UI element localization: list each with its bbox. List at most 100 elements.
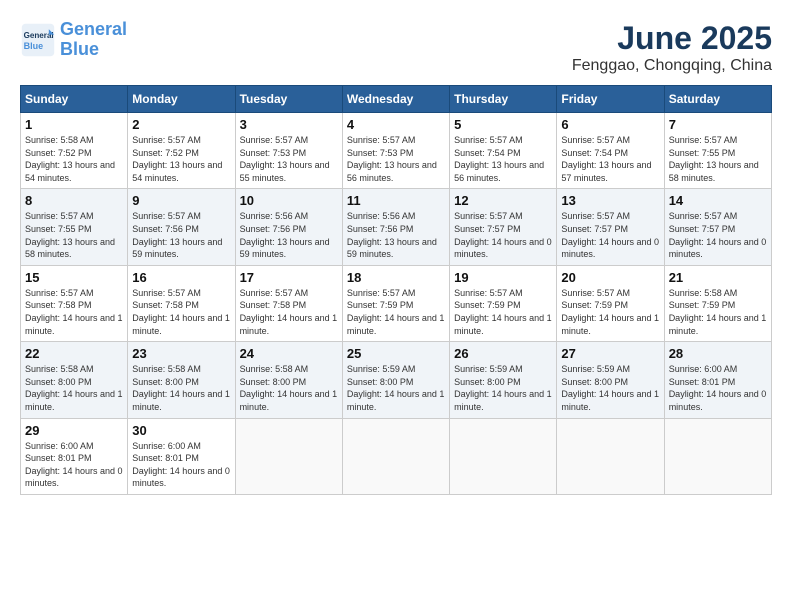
location-title: Fenggao, Chongqing, China — [572, 57, 772, 75]
day-info: Sunrise: 6:00 AM Sunset: 8:01 PM Dayligh… — [669, 363, 767, 413]
day-info: Sunrise: 6:00 AM Sunset: 8:01 PM Dayligh… — [132, 440, 230, 490]
day-number: 28 — [669, 346, 767, 361]
day-info: Sunrise: 5:56 AM Sunset: 7:56 PM Dayligh… — [240, 210, 338, 260]
calendar-week-row: 8 Sunrise: 5:57 AM Sunset: 7:55 PM Dayli… — [21, 189, 772, 265]
day-info: Sunrise: 5:57 AM Sunset: 7:58 PM Dayligh… — [132, 287, 230, 337]
logo-icon: General Blue — [20, 22, 56, 58]
day-number: 3 — [240, 117, 338, 132]
logo: General Blue General Blue — [20, 20, 127, 60]
calendar-day-cell: 20 Sunrise: 5:57 AM Sunset: 7:59 PM Dayl… — [557, 265, 664, 341]
month-title: June 2025 — [572, 20, 772, 57]
day-info: Sunrise: 5:59 AM Sunset: 8:00 PM Dayligh… — [454, 363, 552, 413]
calendar-day-cell: 3 Sunrise: 5:57 AM Sunset: 7:53 PM Dayli… — [235, 113, 342, 189]
day-number: 9 — [132, 193, 230, 208]
calendar-week-row: 22 Sunrise: 5:58 AM Sunset: 8:00 PM Dayl… — [21, 342, 772, 418]
day-info: Sunrise: 5:58 AM Sunset: 7:59 PM Dayligh… — [669, 287, 767, 337]
day-number: 2 — [132, 117, 230, 132]
day-info: Sunrise: 5:58 AM Sunset: 8:00 PM Dayligh… — [25, 363, 123, 413]
day-info: Sunrise: 5:56 AM Sunset: 7:56 PM Dayligh… — [347, 210, 445, 260]
day-number: 5 — [454, 117, 552, 132]
calendar-day-cell: 22 Sunrise: 5:58 AM Sunset: 8:00 PM Dayl… — [21, 342, 128, 418]
calendar-day-cell: 9 Sunrise: 5:57 AM Sunset: 7:56 PM Dayli… — [128, 189, 235, 265]
calendar-day-cell — [664, 418, 771, 494]
calendar-day-cell: 5 Sunrise: 5:57 AM Sunset: 7:54 PM Dayli… — [450, 113, 557, 189]
day-number: 16 — [132, 270, 230, 285]
day-of-week-header: Monday — [128, 86, 235, 113]
calendar-day-cell: 16 Sunrise: 5:57 AM Sunset: 7:58 PM Dayl… — [128, 265, 235, 341]
calendar-day-cell: 7 Sunrise: 5:57 AM Sunset: 7:55 PM Dayli… — [664, 113, 771, 189]
calendar-day-cell — [557, 418, 664, 494]
calendar-day-cell: 19 Sunrise: 5:57 AM Sunset: 7:59 PM Dayl… — [450, 265, 557, 341]
calendar-day-cell: 15 Sunrise: 5:57 AM Sunset: 7:58 PM Dayl… — [21, 265, 128, 341]
calendar-day-cell: 4 Sunrise: 5:57 AM Sunset: 7:53 PM Dayli… — [342, 113, 449, 189]
day-of-week-header: Tuesday — [235, 86, 342, 113]
day-number: 29 — [25, 423, 123, 438]
calendar-day-cell: 27 Sunrise: 5:59 AM Sunset: 8:00 PM Dayl… — [557, 342, 664, 418]
day-number: 7 — [669, 117, 767, 132]
day-info: Sunrise: 5:57 AM Sunset: 7:54 PM Dayligh… — [561, 134, 659, 184]
day-of-week-header: Wednesday — [342, 86, 449, 113]
day-number: 23 — [132, 346, 230, 361]
day-info: Sunrise: 5:57 AM Sunset: 7:53 PM Dayligh… — [240, 134, 338, 184]
logo-text: General Blue — [60, 20, 127, 60]
day-info: Sunrise: 5:57 AM Sunset: 7:56 PM Dayligh… — [132, 210, 230, 260]
day-info: Sunrise: 5:57 AM Sunset: 7:54 PM Dayligh… — [454, 134, 552, 184]
day-of-week-header: Thursday — [450, 86, 557, 113]
day-info: Sunrise: 5:57 AM Sunset: 7:57 PM Dayligh… — [561, 210, 659, 260]
calendar-day-cell: 2 Sunrise: 5:57 AM Sunset: 7:52 PM Dayli… — [128, 113, 235, 189]
calendar-day-cell — [235, 418, 342, 494]
day-info: Sunrise: 5:57 AM Sunset: 7:57 PM Dayligh… — [669, 210, 767, 260]
header: General Blue General Blue June 2025 Feng… — [20, 20, 772, 75]
calendar-day-cell: 12 Sunrise: 5:57 AM Sunset: 7:57 PM Dayl… — [450, 189, 557, 265]
calendar-day-cell: 29 Sunrise: 6:00 AM Sunset: 8:01 PM Dayl… — [21, 418, 128, 494]
day-number: 1 — [25, 117, 123, 132]
calendar-week-row: 15 Sunrise: 5:57 AM Sunset: 7:58 PM Dayl… — [21, 265, 772, 341]
day-of-week-header: Sunday — [21, 86, 128, 113]
day-info: Sunrise: 5:57 AM Sunset: 7:58 PM Dayligh… — [240, 287, 338, 337]
calendar-day-cell: 26 Sunrise: 5:59 AM Sunset: 8:00 PM Dayl… — [450, 342, 557, 418]
day-number: 11 — [347, 193, 445, 208]
day-info: Sunrise: 5:58 AM Sunset: 8:00 PM Dayligh… — [240, 363, 338, 413]
day-number: 13 — [561, 193, 659, 208]
calendar-day-cell: 23 Sunrise: 5:58 AM Sunset: 8:00 PM Dayl… — [128, 342, 235, 418]
day-info: Sunrise: 5:59 AM Sunset: 8:00 PM Dayligh… — [347, 363, 445, 413]
calendar-day-cell: 11 Sunrise: 5:56 AM Sunset: 7:56 PM Dayl… — [342, 189, 449, 265]
calendar-day-cell: 14 Sunrise: 5:57 AM Sunset: 7:57 PM Dayl… — [664, 189, 771, 265]
day-info: Sunrise: 5:57 AM Sunset: 7:59 PM Dayligh… — [454, 287, 552, 337]
day-number: 19 — [454, 270, 552, 285]
calendar: SundayMondayTuesdayWednesdayThursdayFrid… — [20, 85, 772, 495]
calendar-day-cell: 24 Sunrise: 5:58 AM Sunset: 8:00 PM Dayl… — [235, 342, 342, 418]
calendar-day-cell: 18 Sunrise: 5:57 AM Sunset: 7:59 PM Dayl… — [342, 265, 449, 341]
calendar-day-cell: 13 Sunrise: 5:57 AM Sunset: 7:57 PM Dayl… — [557, 189, 664, 265]
calendar-day-cell: 6 Sunrise: 5:57 AM Sunset: 7:54 PM Dayli… — [557, 113, 664, 189]
calendar-day-cell: 1 Sunrise: 5:58 AM Sunset: 7:52 PM Dayli… — [21, 113, 128, 189]
day-of-week-header: Saturday — [664, 86, 771, 113]
day-info: Sunrise: 5:58 AM Sunset: 8:00 PM Dayligh… — [132, 363, 230, 413]
day-info: Sunrise: 5:57 AM Sunset: 7:55 PM Dayligh… — [669, 134, 767, 184]
day-info: Sunrise: 5:57 AM Sunset: 7:55 PM Dayligh… — [25, 210, 123, 260]
day-number: 20 — [561, 270, 659, 285]
day-number: 4 — [347, 117, 445, 132]
day-of-week-header: Friday — [557, 86, 664, 113]
calendar-day-cell — [450, 418, 557, 494]
calendar-day-cell: 25 Sunrise: 5:59 AM Sunset: 8:00 PM Dayl… — [342, 342, 449, 418]
day-number: 26 — [454, 346, 552, 361]
day-number: 15 — [25, 270, 123, 285]
day-info: Sunrise: 5:57 AM Sunset: 7:59 PM Dayligh… — [347, 287, 445, 337]
day-number: 24 — [240, 346, 338, 361]
title-area: June 2025 Fenggao, Chongqing, China — [572, 20, 772, 75]
day-number: 6 — [561, 117, 659, 132]
day-number: 10 — [240, 193, 338, 208]
day-info: Sunrise: 5:57 AM Sunset: 7:59 PM Dayligh… — [561, 287, 659, 337]
day-number: 8 — [25, 193, 123, 208]
day-info: Sunrise: 6:00 AM Sunset: 8:01 PM Dayligh… — [25, 440, 123, 490]
calendar-day-cell: 28 Sunrise: 6:00 AM Sunset: 8:01 PM Dayl… — [664, 342, 771, 418]
calendar-header-row: SundayMondayTuesdayWednesdayThursdayFrid… — [21, 86, 772, 113]
day-number: 12 — [454, 193, 552, 208]
day-info: Sunrise: 5:57 AM Sunset: 7:53 PM Dayligh… — [347, 134, 445, 184]
calendar-body: 1 Sunrise: 5:58 AM Sunset: 7:52 PM Dayli… — [21, 113, 772, 495]
calendar-day-cell — [342, 418, 449, 494]
day-info: Sunrise: 5:57 AM Sunset: 7:52 PM Dayligh… — [132, 134, 230, 184]
day-info: Sunrise: 5:57 AM Sunset: 7:58 PM Dayligh… — [25, 287, 123, 337]
calendar-week-row: 1 Sunrise: 5:58 AM Sunset: 7:52 PM Dayli… — [21, 113, 772, 189]
